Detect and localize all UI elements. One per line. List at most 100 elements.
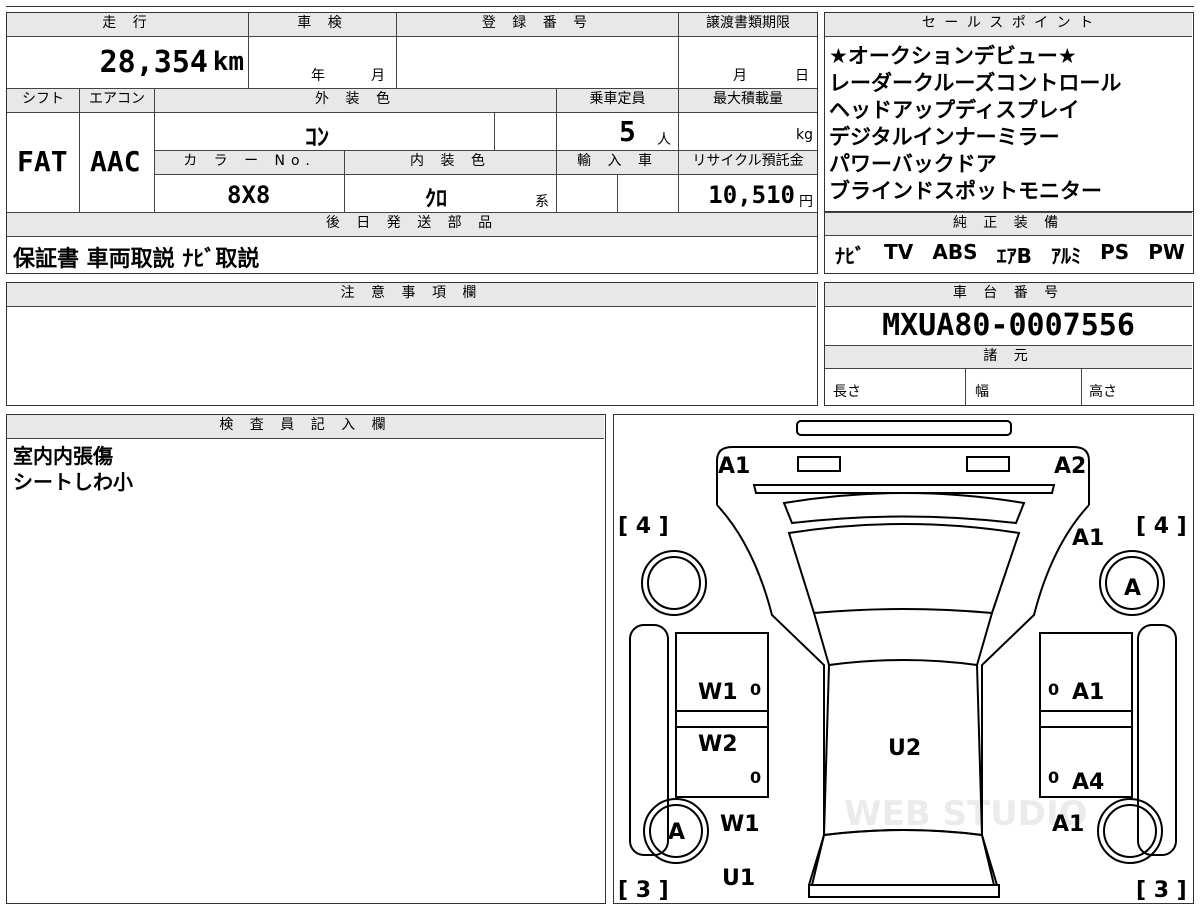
registration-cell — [397, 37, 679, 89]
max-load-header: 最大積載量 — [679, 89, 817, 113]
exterior-cell: ｺﾝ — [155, 113, 495, 151]
specs-title: 諸 元 — [825, 345, 1192, 369]
tire-front-left-label: [ 4 ] — [618, 514, 669, 539]
sales-point-item: レーダークルーズコントロール — [829, 71, 1122, 95]
sales-point-item: ★オークションデビュー★ — [829, 44, 1077, 68]
interior-suffix: 系 — [535, 194, 549, 210]
inspector-title: 検 査 員 記 入 欄 — [7, 415, 604, 439]
exterior-header: 外 装 色 — [155, 89, 557, 113]
mark-right-front-fender: A1 — [1072, 526, 1104, 551]
top-strip — [6, 0, 1194, 7]
mark-front-right: A2 — [1054, 454, 1086, 479]
exterior-value: ｺﾝ — [305, 123, 329, 151]
genuine-equipment-box: 純 正 装 備 ﾅﾋﾞ TV ABS ｴｱB ｱﾙﾐ PS PW — [824, 212, 1194, 274]
later-parts-value: 保証書 車両取説 ﾅﾋﾞ取説 — [13, 247, 260, 272]
mark-front-left: A1 — [718, 454, 750, 479]
recycle-cell: 10,510 円 — [679, 175, 817, 213]
specs-divider — [965, 369, 966, 405]
sales-points-list: ★オークションデビュー★ レーダークルーズコントロール ヘッドアップディスプレイ… — [829, 43, 1121, 205]
car-diagram: A1 A2 A1 A W1 W2 U2 A1 A4 A W1 U1 A1 [ 4… — [618, 420, 1187, 903]
tire-rear-right-label: [ 3 ] — [1136, 878, 1187, 903]
transfer-day-label: 日 — [795, 68, 809, 84]
inspection-header: 車 検 — [249, 13, 397, 37]
inspector-box: 検 査 員 記 入 欄 室内内張傷 シートしわ小 — [6, 414, 606, 904]
exterior-extra-cell — [495, 113, 557, 151]
recycle-header: リサイクル預託金 — [679, 151, 817, 175]
shift-cell: FAT — [7, 113, 80, 213]
import-cell-b — [618, 175, 679, 213]
aircon-cell: AAC — [80, 113, 155, 213]
equipment-item: ｴｱB — [996, 244, 1032, 268]
later-parts-header: 後 日 発 送 部 品 — [7, 213, 817, 237]
notes-title: 注 意 事 項 欄 — [7, 283, 816, 307]
zero-mark: 0 — [750, 680, 761, 699]
registration-header: 登 録 番 号 — [397, 13, 679, 37]
tire-rear-left-label: [ 3 ] — [618, 878, 669, 903]
transfer-cell: 月 日 — [679, 37, 817, 89]
mark-rear-left: U1 — [722, 866, 755, 891]
color-no-header: カ ラ ー No. — [155, 151, 345, 175]
sales-point-item: ヘッドアップディスプレイ — [829, 98, 1080, 122]
vehicle-info-box: 走 行 車 検 登 録 番 号 譲渡書類期限 28,354 km 年 月 月 日… — [6, 12, 818, 274]
transfer-month-label: 月 — [733, 68, 747, 84]
mark-right-rear-door: A4 — [1072, 770, 1104, 795]
interior-cell: ｸﾛ 系 — [345, 175, 557, 213]
sales-point-item: デジタルインナーミラー — [829, 125, 1060, 149]
recycle-value: 10,510 — [708, 181, 795, 209]
interior-header: 内 装 色 — [345, 151, 557, 175]
capacity-unit: 人 — [657, 132, 671, 148]
specs-length-label: 長さ — [833, 384, 861, 400]
specs-height-label: 高さ — [1089, 384, 1117, 400]
specs-divider — [1081, 369, 1082, 405]
mark-right-front-door: A1 — [1072, 680, 1104, 705]
aircon-value: AAC — [90, 145, 141, 178]
inspector-remark-line: シートしわ小 — [13, 470, 133, 494]
notes-box: 注 意 事 項 欄 — [6, 282, 818, 406]
mileage-cell: 28,354 km — [7, 37, 249, 89]
mileage-header: 走 行 — [7, 13, 249, 37]
sales-point-item: パワーバックドア — [829, 152, 997, 176]
interior-value: ｸﾛ — [425, 187, 448, 212]
mark-left-rear-wheel: A — [668, 820, 685, 845]
specs-width-label: 幅 — [975, 384, 989, 400]
equipment-item: ﾅﾋﾞ — [835, 244, 865, 268]
mileage-value: 28,354 — [99, 45, 208, 80]
aircon-header: エアコン — [80, 89, 155, 113]
equipment-item: TV — [884, 240, 914, 264]
chassis-title: 車 台 番 号 — [825, 283, 1192, 307]
zero-mark: 0 — [1048, 680, 1059, 699]
color-no-value: 8X8 — [227, 181, 271, 209]
inspection-year-label: 年 — [311, 68, 325, 84]
genuine-equipment-list: ﾅﾋﾞ TV ABS ｴｱB ｱﾙﾐ PS PW — [835, 240, 1185, 269]
equipment-item: ｱﾙﾐ — [1050, 244, 1081, 268]
watermark: WEB STUDIO — [844, 794, 1088, 834]
sales-points-box: セ ー ル ス ポ イ ン ト ★オークションデビュー★ レーダークルーズコント… — [824, 12, 1194, 212]
chassis-number: MXUA80-0007556 — [882, 308, 1135, 343]
capacity-cell: 5 人 — [557, 113, 679, 151]
equipment-item: PS — [1100, 240, 1130, 264]
mark-left-rear-quarter: W1 — [720, 812, 760, 837]
capacity-header: 乗車定員 — [557, 89, 679, 113]
mileage-unit: km — [212, 47, 244, 77]
color-no-cell: 8X8 — [155, 175, 345, 213]
zero-mark: 0 — [750, 768, 761, 787]
inspection-month-label: 月 — [371, 68, 385, 84]
shift-value: FAT — [17, 145, 68, 178]
equipment-item: PW — [1148, 240, 1185, 264]
max-load-cell: kg — [679, 113, 817, 151]
damage-diagram-box: A1 A2 A1 A W1 W2 U2 A1 A4 A W1 U1 A1 [ 4… — [613, 414, 1194, 904]
zero-mark: 0 — [1048, 768, 1059, 787]
shift-header: シフト — [7, 89, 80, 113]
import-cell-a — [557, 175, 618, 213]
tire-front-right-label: [ 4 ] — [1136, 514, 1187, 539]
mark-roof: U2 — [888, 736, 921, 761]
inspector-remarks: 室内内張傷 シートしわ小 — [13, 443, 133, 495]
inspection-cell: 年 月 — [249, 37, 397, 89]
import-header: 輸 入 車 — [557, 151, 679, 175]
capacity-value: 5 — [619, 115, 636, 148]
equipment-item: ABS — [932, 240, 978, 264]
transfer-deadline-header: 譲渡書類期限 — [679, 13, 817, 37]
sales-point-item: ブラインドスポットモニター — [829, 179, 1102, 203]
genuine-equipment-title: 純 正 装 備 — [825, 212, 1192, 236]
max-load-unit: kg — [796, 127, 813, 143]
